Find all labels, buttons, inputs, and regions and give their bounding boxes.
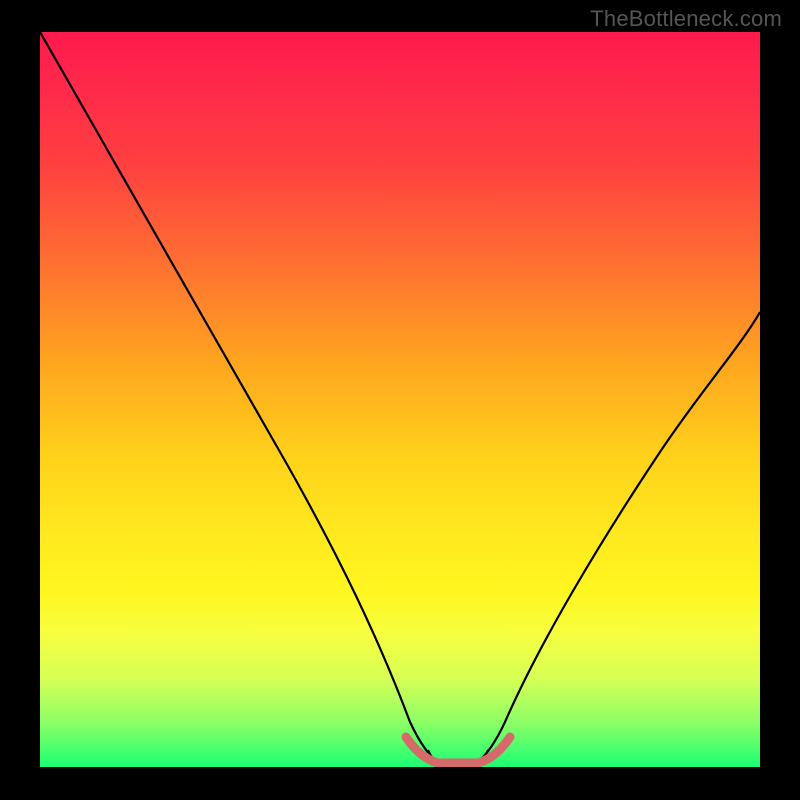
bottleneck-curve: [40, 32, 760, 767]
watermark-text: TheBottleneck.com: [590, 6, 782, 32]
curve-path: [40, 32, 760, 764]
chart-frame: TheBottleneck.com: [0, 0, 800, 800]
plot-area: [40, 32, 760, 767]
